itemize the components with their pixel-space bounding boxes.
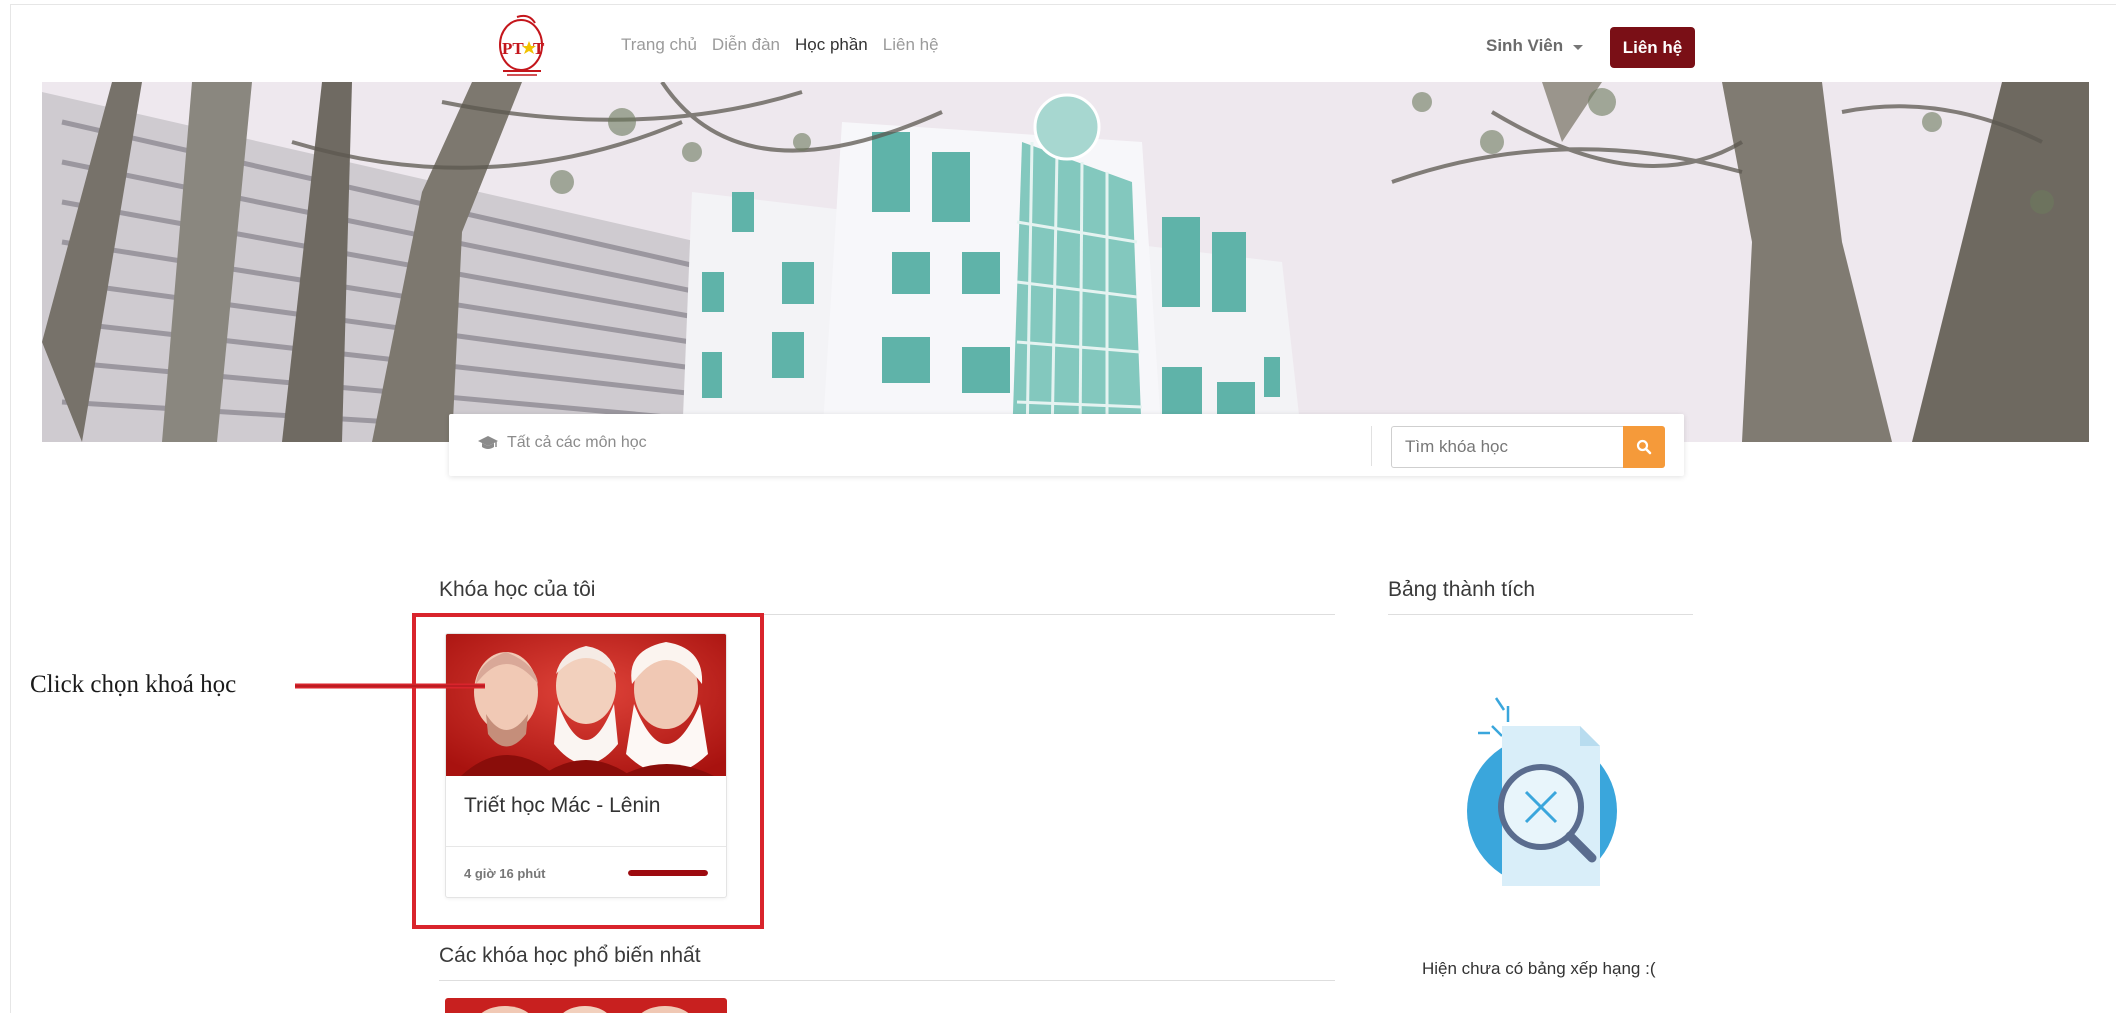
- popular-course-card[interactable]: [445, 998, 727, 1013]
- my-courses-title: Khóa học của tôi: [439, 578, 596, 601]
- leaderboard-title: Bảng thành tích: [1388, 578, 1536, 601]
- contact-button[interactable]: Liên hệ: [1610, 27, 1695, 68]
- card-divider: [446, 846, 726, 847]
- category-label: Tất cả các môn học: [507, 434, 647, 451]
- course-category-select[interactable]: Tất cả các môn học: [477, 434, 647, 452]
- popular-courses-divider: [439, 980, 1335, 981]
- course-progress-fill: [628, 870, 708, 876]
- annotation-arrow: [295, 683, 485, 689]
- course-thumbnail: [446, 634, 726, 776]
- ptit-logo[interactable]: PT T: [495, 11, 551, 79]
- svg-text:T: T: [533, 39, 545, 58]
- search-icon: [1636, 439, 1652, 455]
- popular-course-thumbnail: [445, 998, 727, 1013]
- graduation-cap-icon: [478, 436, 498, 449]
- user-role-dropdown[interactable]: Sinh Viên: [1486, 36, 1584, 56]
- course-search-input[interactable]: [1391, 426, 1623, 468]
- caret-down-icon: [1573, 44, 1584, 50]
- empty-search-illustration-icon: [1467, 697, 1617, 886]
- search-button[interactable]: [1623, 426, 1665, 468]
- navbar: PT T Trang chủ Diễn đàn Học phần Liên hệ…: [11, 5, 2116, 82]
- nav-link-courses[interactable]: Học phần: [795, 35, 868, 55]
- nav-link-home[interactable]: Trang chủ: [621, 35, 697, 55]
- course-progress-bar: [628, 870, 708, 876]
- popular-courses-title: Các khóa học phổ biến nhất: [439, 944, 701, 967]
- main-nav: Trang chủ Diễn đàn Học phần Liên hệ: [621, 35, 954, 55]
- leaderboard-divider: [1388, 614, 1693, 615]
- nav-link-contact[interactable]: Liên hệ: [883, 35, 939, 55]
- svg-text:PT: PT: [502, 39, 524, 58]
- leaderboard-empty-message: Hiện chưa có bảng xếp hạng :(: [1422, 959, 1656, 978]
- search-divider: [1371, 426, 1372, 466]
- user-role-label: Sinh Viên: [1486, 36, 1564, 55]
- hero-banner: [42, 82, 2089, 442]
- course-card[interactable]: Triết học Mác - Lênin 4 giờ 16 phút: [445, 633, 727, 898]
- annotation-label: Click chọn khoá học: [30, 671, 237, 698]
- search-panel: Tất cả các môn học: [449, 414, 1684, 476]
- nav-link-forum[interactable]: Diễn đàn: [712, 35, 780, 55]
- course-title: Triết học Mác - Lênin: [464, 794, 661, 817]
- course-duration: 4 giờ 16 phút: [464, 866, 546, 881]
